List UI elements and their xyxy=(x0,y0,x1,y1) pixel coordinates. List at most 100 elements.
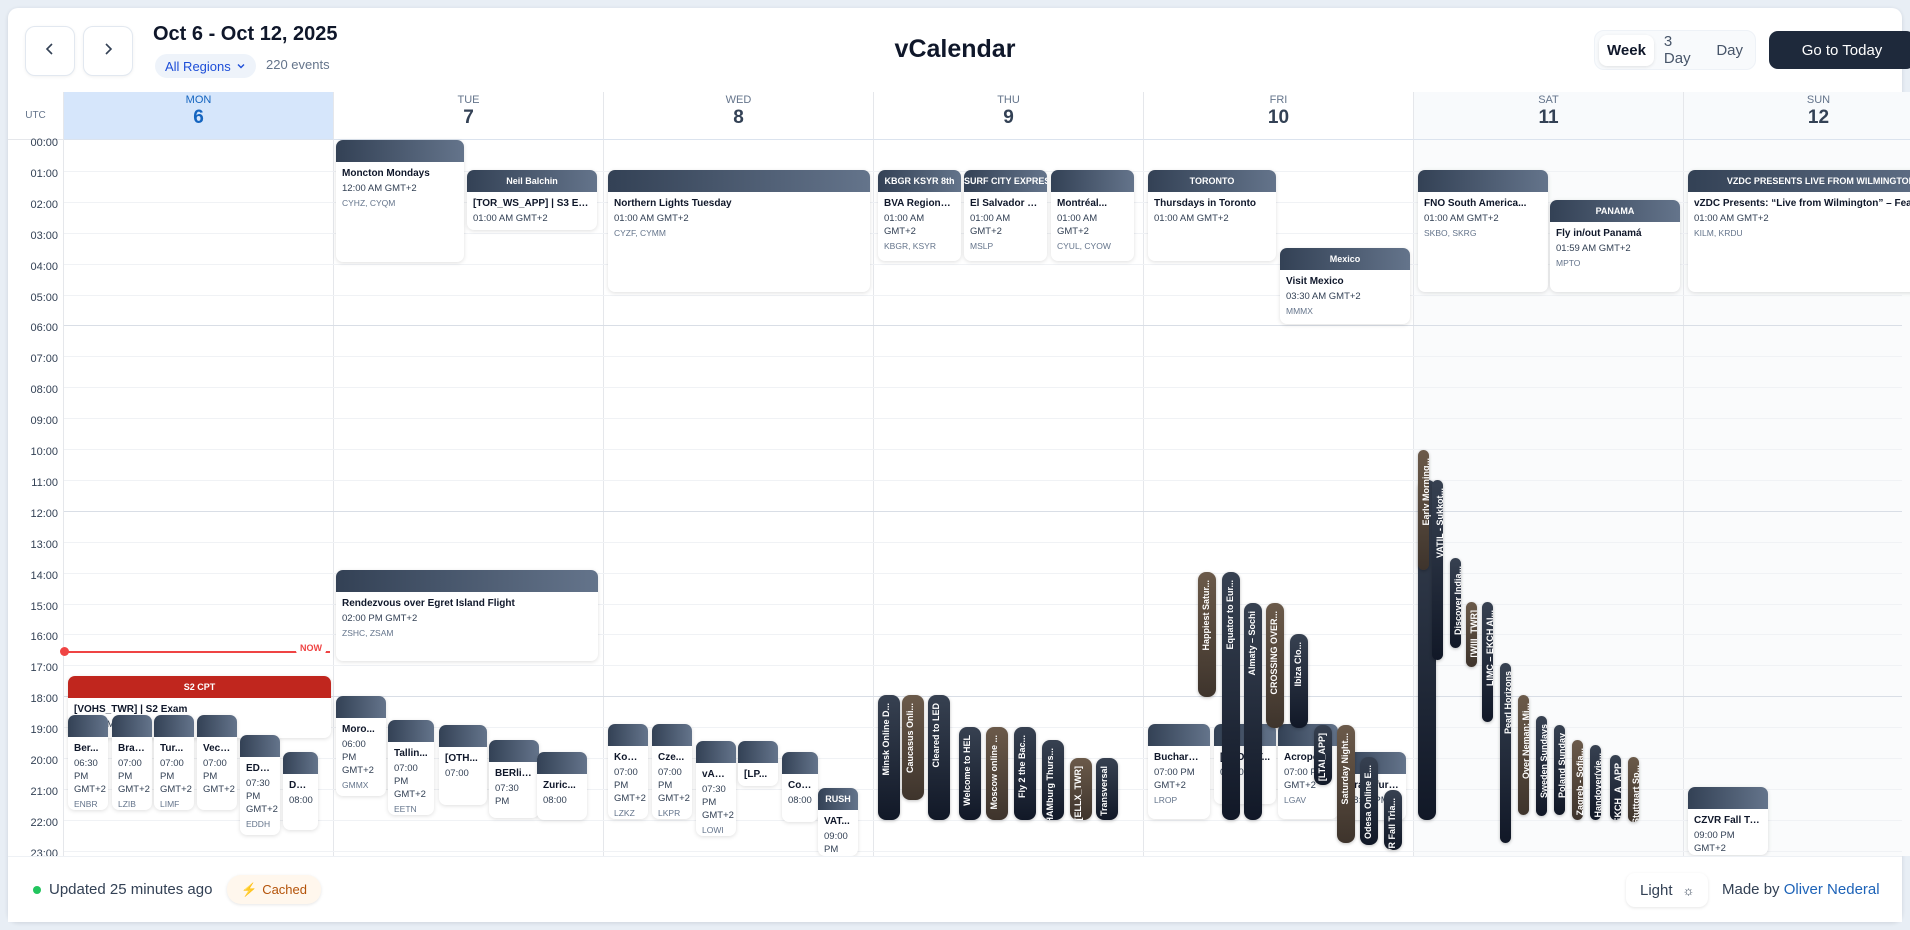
event-pill[interactable]: Minsk Online D... xyxy=(878,695,900,820)
event-card[interactable]: CZVR Fall Triangl...09:00 PM GMT+2CYVR, … xyxy=(1688,787,1768,855)
event-card[interactable]: Montréal... 01:00 AM GMT+2 CYUL, CYOW xyxy=(1051,170,1134,261)
event-card[interactable]: Vect... 07:00 PM GMT+2 xyxy=(197,715,237,810)
event-card[interactable]: SURF CITY EXPRESS El Salvador Su... 01:00 … xyxy=(964,170,1047,261)
event-banner-image xyxy=(608,724,648,746)
event-banner-image xyxy=(336,140,464,162)
event-airports: CYHZ, CYQM xyxy=(342,198,396,208)
author-link[interactable]: Oliver Nederal xyxy=(1784,881,1880,898)
event-pill[interactable]: Handover(vie... xyxy=(1590,745,1601,820)
event-card[interactable]: PANAMA Fly in/out Panamá 01:59 AM GMT+2 MPT… xyxy=(1550,200,1680,292)
event-card[interactable]: Kosi... 07:00 PM GMT+2 LZKZ xyxy=(608,724,648,819)
day-header-wed[interactable]: WED 8 xyxy=(604,92,874,140)
event-card[interactable]: Cze... 07:00 PM GMT+2 LKPR xyxy=(652,724,692,819)
event-pill[interactable]: [ELLX_TWR] xyxy=(1070,758,1092,820)
event-name: Vect... xyxy=(203,743,232,754)
day-header-thu[interactable]: THU 9 xyxy=(874,92,1144,140)
view-3day-tab[interactable]: 3 Day xyxy=(1656,26,1706,74)
event-pill[interactable]: Welcome to HEL xyxy=(959,727,981,820)
event-pill[interactable]: Odesa Online E... xyxy=(1360,757,1378,845)
event-pill[interactable]: Discover India... xyxy=(1450,558,1461,648)
event-pill[interactable]: Stuttgart Sp... xyxy=(1628,757,1639,822)
event-card[interactable]: EDD... 07:30 PM GMT+2 EDDH xyxy=(240,735,280,835)
event-banner-image xyxy=(1418,170,1548,192)
event-pill[interactable]: VATIL - Sukkot... xyxy=(1432,480,1443,660)
event-banner-image xyxy=(489,740,539,762)
event-pill[interactable]: Over Neman: Mi... xyxy=(1518,695,1529,815)
next-week-button[interactable] xyxy=(83,26,133,76)
event-banner-image xyxy=(197,715,237,737)
event-card[interactable]: BERlin... 07:30 PM xyxy=(489,740,539,818)
event-card[interactable]: FNO South America... 01:00 AM GMT+2 SKBO, … xyxy=(1418,170,1548,292)
previous-week-button[interactable] xyxy=(25,26,75,76)
made-by-label: Made by xyxy=(1722,881,1780,898)
event-card[interactable]: Col... 08:00 xyxy=(782,752,818,822)
event-pill[interactable]: Pearl Horizons xyxy=(1500,663,1511,843)
day-header-fri[interactable]: FRI 10 xyxy=(1144,92,1414,140)
event-card[interactable]: Ber... 06:30 PM GMT+2 ENBR xyxy=(68,715,108,810)
event-card[interactable]: Northern Lights Tuesday 01:00 AM GMT+2 CYZ… xyxy=(608,170,870,292)
timezone-label: UTC xyxy=(8,92,64,140)
event-airports xyxy=(197,796,237,799)
event-pill[interactable]: Equator to Eur... xyxy=(1222,572,1240,820)
event-pill[interactable]: Happiest Satur... xyxy=(1198,572,1216,697)
event-card[interactable]: Rendezvous over Egret Island Flight 02:00… xyxy=(336,570,598,661)
event-card[interactable]: Neil Balchin [TOR_WS_APP] | S3 Exam 01:00 … xyxy=(467,170,597,230)
event-card[interactable]: Tur... 07:00 PM GMT+2 LIMF xyxy=(154,715,194,810)
event-card[interactable]: Düs... 08:00 xyxy=(283,752,318,830)
event-airports: MMMX xyxy=(1286,306,1313,316)
event-pill[interactable]: [WIII_TWR] xyxy=(1466,602,1477,667)
event-card[interactable]: Moncton Mondays 12:00 AM GMT+2 CYHZ, CYQM xyxy=(336,140,464,262)
region-filter-dropdown[interactable]: All Regions xyxy=(155,54,256,78)
day-header-tue[interactable]: TUE 7 xyxy=(334,92,604,140)
event-pill[interactable]: Early Morning... xyxy=(1418,450,1429,570)
event-time: 07:30 PM GMT+2 xyxy=(702,784,734,821)
event-pill[interactable]: Saturday Night... xyxy=(1337,725,1355,843)
event-card[interactable]: KBGR KSYR 8th BVA Regional... 01:00 AM GMT… xyxy=(878,170,961,261)
event-pill[interactable]: Sweden Sundays xyxy=(1536,716,1547,816)
event-card[interactable]: [OTH... 07:00 xyxy=(439,725,487,805)
event-pill[interactable]: Ibiza Clo... xyxy=(1290,634,1308,728)
event-pill[interactable]: Poland Sunday xyxy=(1554,725,1565,815)
event-card[interactable]: Zuric... 08:00 xyxy=(537,752,587,820)
event-airports: LROP xyxy=(1154,795,1178,805)
event-card[interactable]: TORONTO Thursdays in Toronto 01:00 AM GMT+… xyxy=(1148,170,1276,261)
event-pill[interactable]: CROSSING OVER... xyxy=(1266,603,1284,728)
event-card[interactable]: Mexico Visit Mexico 03:30 AM GMT+2 MMMX xyxy=(1280,248,1410,324)
event-pill[interactable]: LIMC – EKCH Al... xyxy=(1482,602,1493,722)
event-card[interactable]: Tallin... 07:00 PM GMT+2 EETN xyxy=(388,720,434,815)
event-pill[interactable]: Moscow online ... xyxy=(986,727,1008,820)
event-pill[interactable]: [LTAI_APP] xyxy=(1314,725,1332,785)
event-card[interactable]: Moro... 06:00 PM GMT+2 GMMX xyxy=(336,696,386,796)
event-pill[interactable]: Zagreb - Sofia... xyxy=(1572,740,1583,820)
day-header-mon[interactable]: MON 6 xyxy=(64,92,334,140)
event-name: Zuric... xyxy=(543,780,576,791)
event-pill-label: Ibiza Clo... xyxy=(1293,642,1303,687)
go-to-today-button[interactable]: Go to Today xyxy=(1769,31,1910,69)
hour-label: 19:00 xyxy=(30,724,58,737)
event-time: 07:00 xyxy=(445,768,469,779)
view-day-tab[interactable]: Day xyxy=(1708,35,1751,66)
event-pill[interactable]: Transversal xyxy=(1096,758,1118,820)
event-pill[interactable]: Almaty – Sochi xyxy=(1244,603,1262,820)
event-pill[interactable]: HAMburg Thurs... xyxy=(1042,740,1064,820)
theme-toggle-button[interactable]: Light ☼ xyxy=(1626,873,1708,907)
event-banner-image xyxy=(608,170,870,192)
event-card[interactable]: RUSH VAT... 09:00 PM xyxy=(818,788,858,856)
event-time: 07:00 PM GMT+2 xyxy=(614,767,646,804)
event-pill-label: HAMburg Thurs... xyxy=(1045,748,1055,820)
event-pill[interactable]: VR Fall Tria... xyxy=(1384,790,1402,850)
event-pill[interactable]: Cleared to LED xyxy=(928,695,950,820)
event-card[interactable]: [LP... xyxy=(738,741,778,786)
event-card[interactable]: VZDC PRESENTS LIVE FROM WILMINGTON vZDC P… xyxy=(1688,170,1910,292)
event-pill[interactable]: Caucasus Onli... xyxy=(902,695,924,800)
day-header-sun[interactable]: SUN 12 xyxy=(1684,92,1910,140)
event-card[interactable]: Buchares... 07:00 PM GMT+2 LROP xyxy=(1148,724,1210,819)
event-card[interactable]: Brat... 07:00 PM GMT+2 LZIB xyxy=(112,715,152,810)
now-indicator-dot xyxy=(60,647,69,656)
day-header-sat[interactable]: SAT 11 xyxy=(1414,92,1684,140)
event-card[interactable]: vAC... 07:30 PM GMT+2 LOWI xyxy=(696,741,736,836)
view-week-tab[interactable]: Week xyxy=(1599,34,1654,66)
event-pill[interactable]: EKCH_A_APP xyxy=(1610,755,1621,820)
event-name: Thursdays in Toronto xyxy=(1154,198,1257,209)
event-pill[interactable]: Fly 2 the Bac... xyxy=(1014,727,1036,820)
